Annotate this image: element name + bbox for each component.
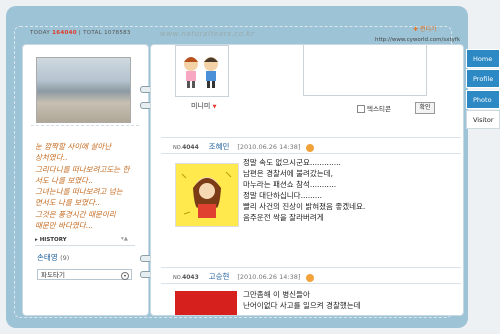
homepage-url[interactable]: http://www.cyworld.com/sxtyfk bbox=[375, 37, 460, 43]
guestbook-page: 미니미 ▼ 텍스티콘 확인 NO.4044 조혜민 [2010.06.26 14… bbox=[150, 44, 464, 316]
divider bbox=[161, 153, 461, 154]
cartoon-girl-icon bbox=[176, 164, 238, 226]
visit-counter: TODAY 164040 | TOTAL 1078583 bbox=[30, 30, 131, 36]
divider bbox=[161, 137, 461, 138]
history-toggle[interactable]: ▾▲ bbox=[121, 236, 128, 242]
owner-name: 손태영 (9) bbox=[37, 253, 70, 262]
minihome-link-icon[interactable] bbox=[306, 143, 315, 152]
divider bbox=[35, 245, 135, 246]
post-author[interactable]: 고승현 bbox=[209, 272, 230, 281]
minihome-link-icon[interactable] bbox=[306, 273, 315, 282]
divider bbox=[31, 125, 139, 126]
wave-ride-select[interactable]: 파도타기 ▾ bbox=[37, 269, 132, 280]
confirm-button[interactable]: 확인 bbox=[415, 102, 435, 114]
minimi-avatars-icon bbox=[184, 57, 218, 88]
triangle-down-icon: ▼ bbox=[212, 104, 217, 110]
checkbox-icon[interactable] bbox=[357, 105, 365, 113]
left-page: 눈 깜짝할 사이에 살아난 상처였다.. 그리다니를 떠나보려고도는 한 서도 … bbox=[22, 44, 149, 316]
tab-photo[interactable]: Photo bbox=[466, 90, 500, 109]
tab-profile[interactable]: Profile bbox=[466, 69, 500, 88]
edit-link[interactable]: ✚ 편디기 bbox=[413, 24, 437, 33]
post-message: 정말 속도 없으시군요............. 남편은 경찰서에 불려갔는데,… bbox=[243, 158, 366, 222]
minimi-box bbox=[175, 45, 229, 97]
today-label: TODAY bbox=[30, 30, 51, 36]
today-count: 164040 bbox=[52, 30, 77, 36]
post-image bbox=[175, 163, 239, 227]
profile-photo bbox=[36, 57, 131, 123]
texticon-checkbox[interactable]: 텍스티콘 bbox=[357, 103, 391, 113]
divider bbox=[161, 283, 461, 284]
tab-home[interactable]: Home bbox=[466, 49, 500, 68]
divider bbox=[161, 267, 461, 268]
post-author[interactable]: 조혜민 bbox=[209, 142, 230, 151]
chevron-down-icon: ▾ bbox=[121, 272, 129, 280]
total-label: TOTAL bbox=[83, 30, 103, 36]
total-count: 1078583 bbox=[104, 30, 131, 36]
profile-message: 눈 깜짝할 사이에 살아난 상처였다.. 그리다니를 떠나보려고도는 한 서도 … bbox=[35, 142, 130, 231]
tab-visitor[interactable]: Visitor bbox=[466, 110, 500, 129]
post-header: NO.4044 조혜민 [2010.06.26 14:38] bbox=[173, 141, 315, 152]
post-message: 그만좀해 이 병신들아 난어이없다 사고를 일으켜 경찰했는데 bbox=[243, 290, 361, 310]
site-title: www.naturaltears.co.kr bbox=[160, 30, 255, 38]
history-label: ▸ HISTORY bbox=[35, 237, 67, 243]
post-header: NO.4043 고승현 [2010.06.26 14:38] bbox=[173, 271, 315, 282]
post-image bbox=[175, 291, 237, 315]
minimi-menu[interactable]: 미니미 ▼ bbox=[191, 101, 216, 111]
guestbook-input[interactable] bbox=[303, 45, 427, 96]
